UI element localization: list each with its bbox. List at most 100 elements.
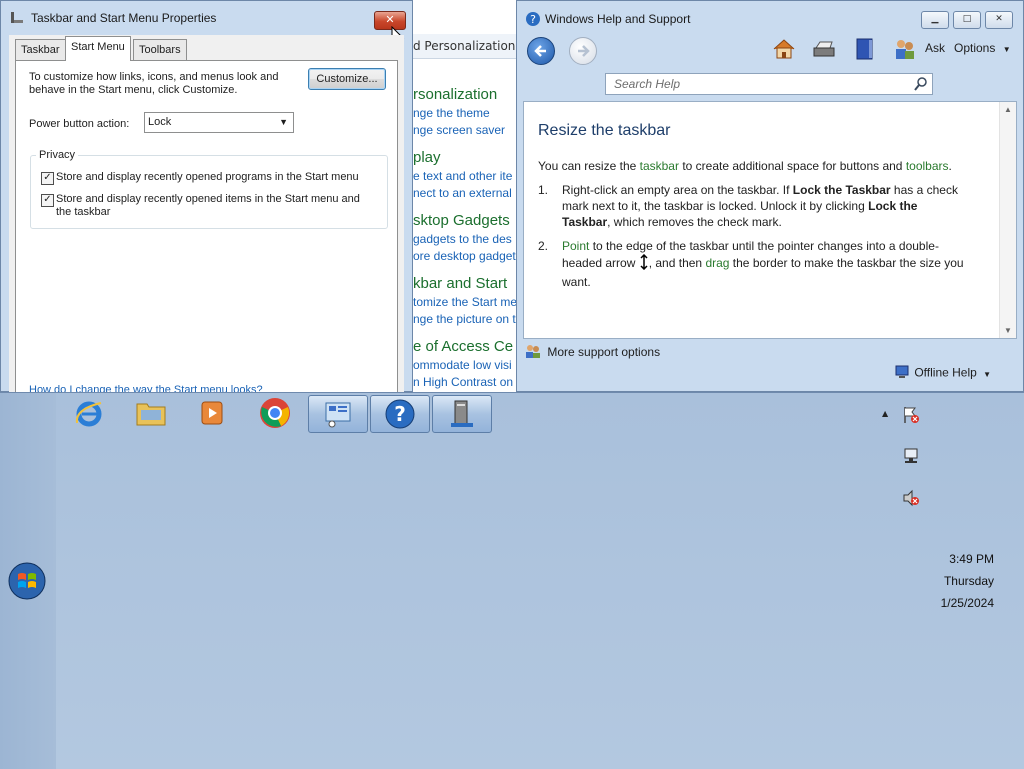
article-heading: Resize the taskbar [538, 122, 671, 139]
taskbar-control-panel[interactable] [308, 395, 368, 433]
search-help-input[interactable]: Search Help [605, 73, 933, 95]
close-icon: ✕ [995, 14, 1003, 24]
section-heading-personalization[interactable]: rsonalization [413, 86, 497, 103]
chevron-down-icon: ▼ [1002, 45, 1011, 54]
scroll-up-icon[interactable]: ▲ [1004, 105, 1012, 114]
start-button[interactable] [8, 562, 46, 600]
customize-button[interactable]: Customize... [308, 68, 386, 90]
taskbar-file-explorer[interactable] [122, 395, 180, 431]
link-customize-start[interactable]: tomize the Start me [413, 295, 516, 309]
offline-help-label: Offline Help [914, 365, 977, 380]
link-drag[interactable]: drag [705, 256, 729, 270]
help-content-pane: Resize the taskbar You can resize the ta… [523, 101, 1017, 339]
intro-text-end: . [948, 159, 952, 173]
internet-explorer-icon [75, 401, 102, 427]
link-add-gadgets[interactable]: gadgets to the des [413, 232, 512, 246]
close-icon: ✕ [385, 13, 395, 26]
checkbox-recent-items[interactable]: ✓ [41, 194, 54, 207]
maximize-button[interactable]: □ [953, 11, 981, 29]
step-1-part-e: , which removes the check mark. [607, 215, 782, 229]
options-button[interactable]: Options ▼ [954, 41, 1011, 55]
network-icon[interactable] [902, 447, 920, 468]
power-button-value: Lock [148, 116, 172, 128]
power-button-label: Power button action: [29, 118, 130, 130]
link-taskbar[interactable]: taskbar [640, 159, 679, 173]
dialog-body: Taskbar Start Menu Toolbars To customize… [9, 35, 404, 400]
windows-logo-icon [8, 562, 46, 600]
section-heading-ease-of-access[interactable]: e of Access Ce [413, 338, 513, 355]
more-support-label: More support options [547, 344, 661, 359]
clock-date[interactable]: 1/25/2024 [904, 596, 994, 610]
link-change-screen-saver[interactable]: nge screen saver [413, 123, 505, 137]
taskbar-media-player[interactable] [184, 395, 242, 431]
section-heading-taskbar-start[interactable]: kbar and Start [413, 275, 507, 292]
options-label: Options [954, 41, 996, 55]
taskbar-properties-window[interactable] [432, 395, 492, 433]
minimize-button[interactable]: ▁ [921, 11, 949, 29]
taskbar[interactable]: ? ▲ 3:49 PM Thursday 1/25/2024 [0, 392, 1024, 769]
chrome-icon [260, 398, 290, 428]
step-2-number: 2. [538, 239, 549, 253]
taskbar-properties-dialog: Taskbar and Start Menu Properties ✕ Task… [0, 0, 413, 400]
back-arrow-icon [534, 45, 546, 57]
offline-computer-icon [895, 365, 911, 382]
more-support-button[interactable]: More support options [525, 343, 660, 362]
minimize-icon: ▁ [931, 14, 939, 24]
control-panel-window-fragment: d Personalization rsonalization nge the … [413, 0, 517, 392]
taskbar-internet-explorer[interactable] [60, 395, 118, 431]
dialog-app-icon [10, 10, 24, 24]
breadcrumb[interactable]: d Personalization [413, 34, 516, 59]
show-hidden-icons-button[interactable]: ▲ [882, 409, 888, 418]
checkbox-recent-programs-label: Store and display recently opened progra… [56, 171, 359, 183]
volume-muted-icon[interactable] [902, 489, 920, 510]
support-people-icon [525, 343, 541, 362]
forward-arrow-icon [578, 45, 590, 57]
tab-start-menu[interactable]: Start Menu [65, 36, 131, 61]
dialog-title: Taskbar and Start Menu Properties [31, 11, 217, 25]
media-player-icon [201, 401, 223, 425]
clock-time[interactable]: 3:49 PM [904, 552, 994, 566]
tab-taskbar[interactable]: Taskbar [15, 39, 66, 60]
taskbar-properties-icon [451, 400, 473, 427]
step-1-bold-a: Lock the Taskbar [792, 183, 891, 197]
notification-area: ▲ 3:49 PM Thursday 1/25/2024 [878, 393, 1024, 769]
link-more-gadgets[interactable]: ore desktop gadget [413, 249, 516, 263]
taskbar-help-and-support[interactable]: ? [370, 395, 430, 433]
ask-icon[interactable] [893, 37, 917, 64]
offline-help-button[interactable]: Offline Help ▼ [895, 365, 991, 382]
action-center-icon[interactable] [902, 405, 920, 428]
article-intro: You can resize the taskbar to create add… [538, 158, 998, 174]
step-1-part-a: Right-click an empty area on the taskbar… [562, 183, 793, 197]
help-and-support-window: ? Windows Help and Support ▁ □ ✕ Ask Opt… [516, 0, 1024, 392]
tab-toolbars[interactable]: Toolbars [133, 39, 187, 60]
power-button-select[interactable]: Lock ▼ [144, 112, 294, 133]
chevron-down-icon: ▼ [983, 369, 992, 379]
clock-day[interactable]: Thursday [904, 574, 994, 588]
link-low-vision[interactable]: ommodate low visi [413, 358, 512, 372]
print-icon[interactable] [812, 38, 836, 63]
browse-help-book-icon[interactable] [854, 37, 876, 64]
dialog-titlebar[interactable]: Taskbar and Start Menu Properties ✕ [1, 1, 412, 47]
checkbox-recent-programs[interactable]: ✓ [41, 172, 54, 185]
content-scrollbar[interactable]: ▲ ▼ [999, 102, 1016, 338]
search-icon[interactable] [914, 77, 928, 97]
link-text-size[interactable]: e text and other ite [413, 169, 512, 183]
section-heading-display[interactable]: play [413, 149, 441, 166]
link-high-contrast[interactable]: n High Contrast on [413, 375, 513, 389]
ask-button[interactable]: Ask [925, 41, 945, 55]
help-close-button[interactable]: ✕ [985, 11, 1013, 29]
link-toolbars[interactable]: toolbars [906, 159, 949, 173]
section-heading-desktop-gadgets[interactable]: sktop Gadgets [413, 212, 510, 229]
link-change-theme[interactable]: nge the theme [413, 106, 490, 120]
home-icon[interactable] [772, 38, 796, 63]
folder-icon [136, 403, 166, 426]
back-button[interactable] [527, 37, 555, 65]
double-arrow-icon [639, 253, 649, 274]
forward-button[interactable] [569, 37, 597, 65]
intro-text-mid: to create additional space for buttons a… [678, 159, 906, 173]
link-change-picture[interactable]: nge the picture on t [413, 312, 516, 326]
link-point[interactable]: Point [562, 239, 589, 253]
taskbar-chrome[interactable] [246, 395, 304, 431]
scroll-down-icon[interactable]: ▼ [1004, 326, 1012, 335]
link-external-display[interactable]: nect to an external [413, 186, 512, 200]
